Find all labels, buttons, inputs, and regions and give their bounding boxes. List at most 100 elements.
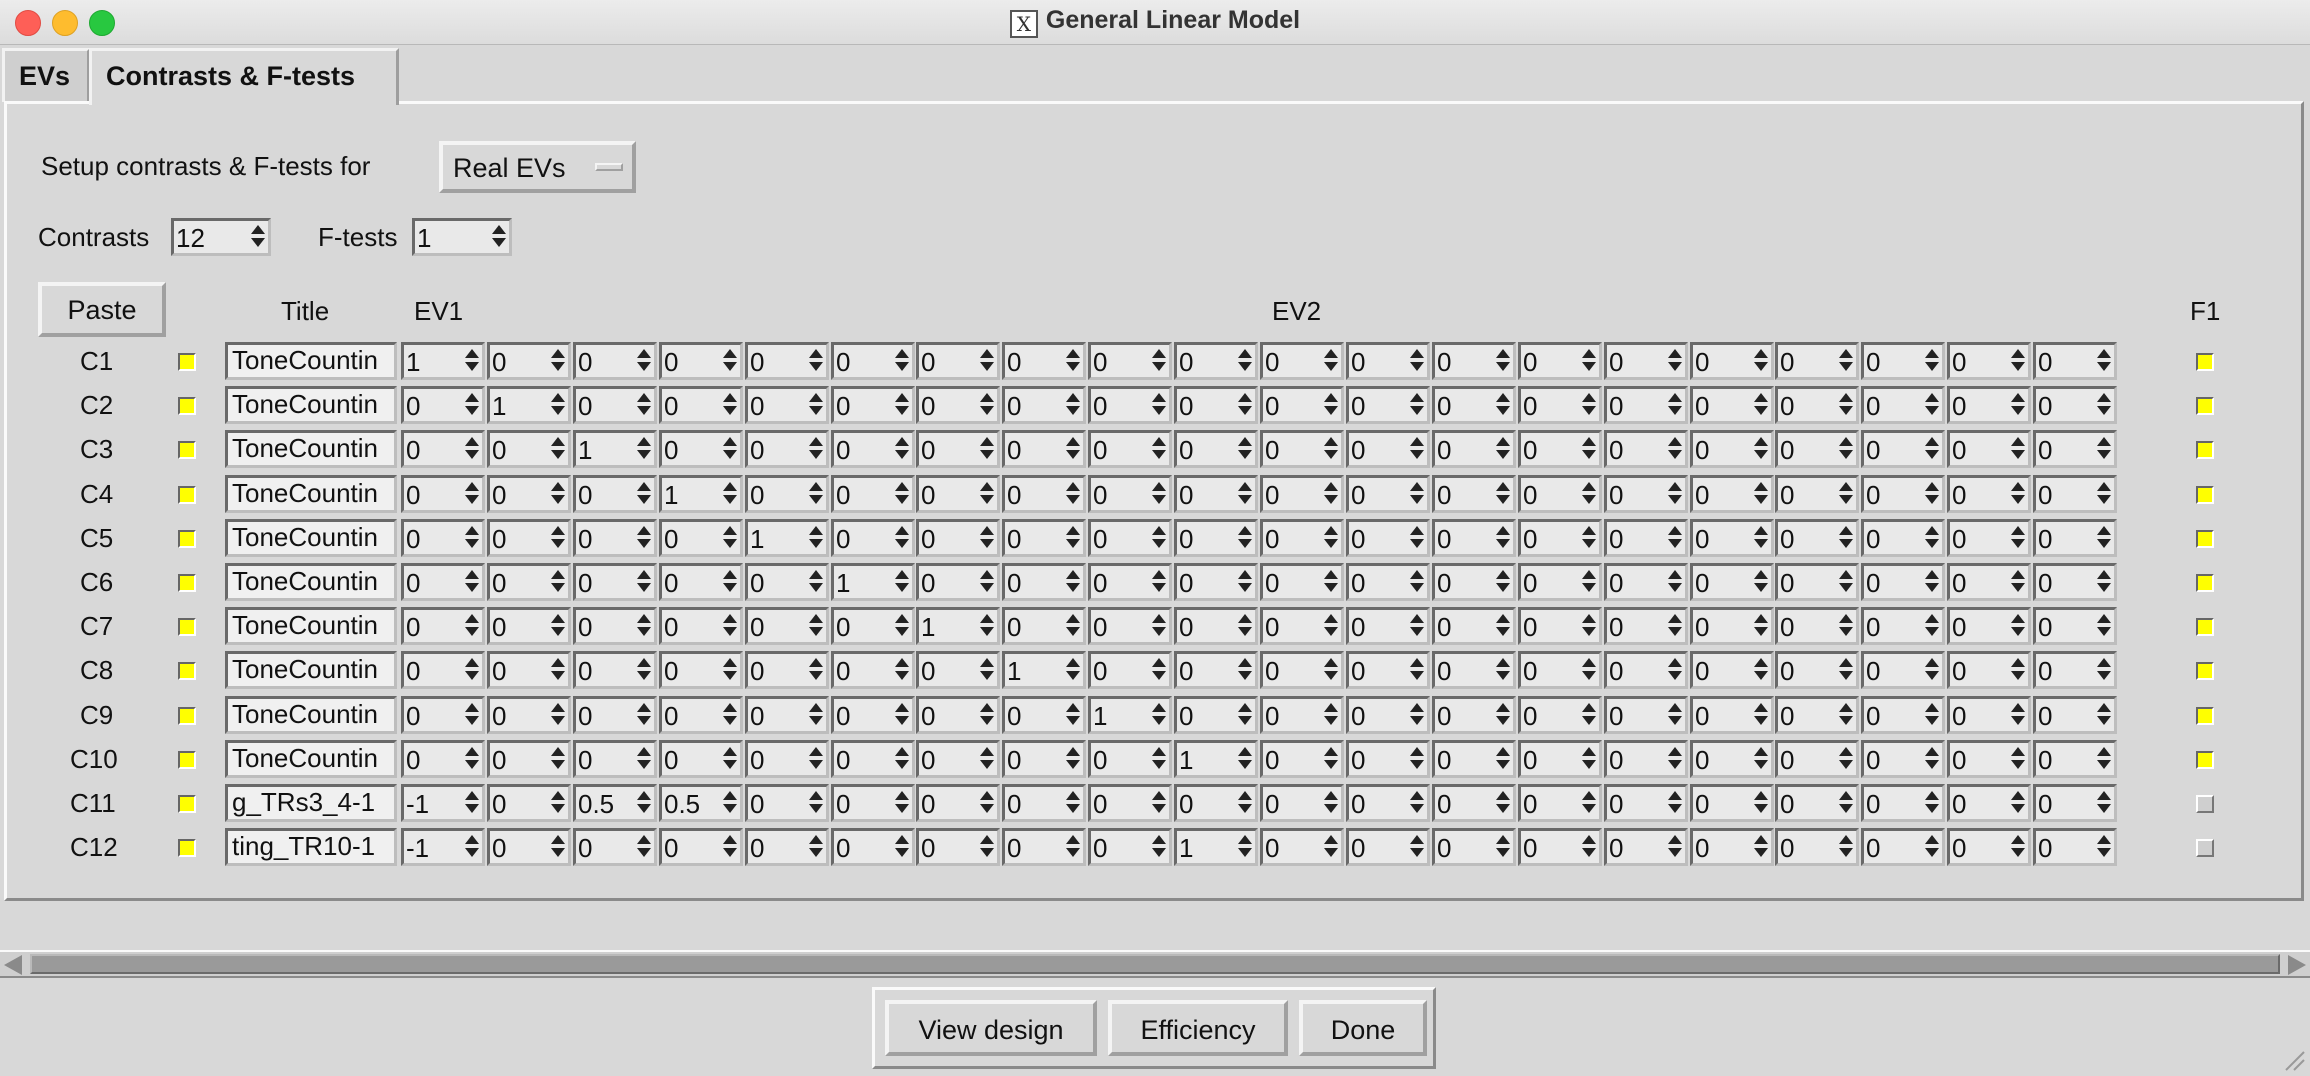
spin-arrows-icon[interactable] <box>632 699 654 731</box>
ftest-checkbox[interactable] <box>2196 839 2214 857</box>
ev-weight-spinbox[interactable]: 0 <box>745 607 829 645</box>
spin-arrows-icon[interactable] <box>460 654 482 686</box>
spin-arrows-icon[interactable] <box>1920 389 1942 421</box>
ev-weight-spinbox[interactable]: 0.5 <box>659 784 743 822</box>
spin-arrows-icon[interactable] <box>1233 566 1255 598</box>
spin-arrows-icon[interactable] <box>1834 610 1856 642</box>
ev-weight-spinbox[interactable]: 0 <box>1088 563 1172 601</box>
ev-weight-spinbox[interactable]: 0 <box>1947 740 2031 778</box>
spin-arrows-icon[interactable] <box>1319 610 1341 642</box>
ev-weight-spinbox[interactable]: 0 <box>487 342 571 380</box>
ev-weight-spinbox[interactable]: 0 <box>487 784 571 822</box>
ev-weight-spinbox[interactable]: 0 <box>831 607 915 645</box>
ev-weight-spinbox[interactable]: 0 <box>1346 430 1430 468</box>
ev-weight-spinbox[interactable]: 0 <box>1260 607 1344 645</box>
spin-arrows-icon[interactable] <box>1577 787 1599 819</box>
contrast-title-field[interactable]: ToneCountin <box>225 475 397 513</box>
ev-weight-spinbox[interactable]: 0 <box>1260 342 1344 380</box>
spin-arrows-icon[interactable] <box>1749 522 1771 554</box>
spin-arrows-icon[interactable] <box>632 787 654 819</box>
ev-weight-spinbox[interactable]: 0 <box>2033 651 2117 689</box>
spin-arrows-icon[interactable] <box>975 478 997 510</box>
spin-arrows-icon[interactable] <box>804 787 826 819</box>
ev-weight-spinbox[interactable]: 0 <box>1088 342 1172 380</box>
ev-weight-spinbox[interactable]: 0 <box>1002 386 1086 424</box>
ev-weight-spinbox[interactable]: 1 <box>659 475 743 513</box>
spin-arrows-icon[interactable] <box>718 389 740 421</box>
spin-arrows-icon[interactable] <box>1319 787 1341 819</box>
ev-weight-spinbox[interactable]: 0 <box>831 784 915 822</box>
ev-weight-spinbox[interactable]: 0 <box>1947 475 2031 513</box>
ev-weight-spinbox[interactable]: 0 <box>487 828 571 866</box>
spin-arrows-icon[interactable] <box>890 566 912 598</box>
ev-weight-spinbox[interactable]: 0 <box>659 696 743 734</box>
scroll-right-icon[interactable] <box>2288 955 2306 975</box>
ev-weight-spinbox[interactable]: 0 <box>573 519 657 557</box>
contrast-title-field[interactable]: ToneCountin <box>225 607 397 645</box>
ev-weight-spinbox[interactable]: 0 <box>1690 784 1774 822</box>
ev-weight-spinbox[interactable]: 0 <box>659 519 743 557</box>
ftest-checkbox[interactable] <box>2196 795 2214 813</box>
spin-arrows-icon[interactable] <box>1319 522 1341 554</box>
spin-arrows-icon[interactable] <box>2006 433 2028 465</box>
spin-arrows-icon[interactable] <box>1405 743 1427 775</box>
ev-weight-spinbox[interactable]: 0 <box>573 651 657 689</box>
ev-weight-spinbox[interactable]: 0 <box>401 430 485 468</box>
contrast-enable-checkbox[interactable] <box>178 839 196 857</box>
spin-arrows-icon[interactable] <box>1663 787 1685 819</box>
ev-weight-spinbox[interactable]: 0 <box>1346 607 1430 645</box>
spin-arrows-icon[interactable] <box>890 610 912 642</box>
spin-arrows-icon[interactable] <box>1405 566 1427 598</box>
spin-arrows-icon[interactable] <box>1491 787 1513 819</box>
spin-arrows-icon[interactable] <box>1834 522 1856 554</box>
ev-weight-spinbox[interactable]: 1 <box>831 563 915 601</box>
spin-arrows-icon[interactable] <box>1834 433 1856 465</box>
ev-weight-spinbox[interactable]: 0 <box>1775 563 1859 601</box>
ev-weight-spinbox[interactable]: -1 <box>401 784 485 822</box>
spin-arrows-icon[interactable] <box>1577 831 1599 863</box>
spin-arrows-icon[interactable] <box>1061 566 1083 598</box>
spin-arrows-icon[interactable] <box>1491 654 1513 686</box>
spin-arrows-icon[interactable] <box>460 433 482 465</box>
ev-weight-spinbox[interactable]: 0 <box>1518 740 1602 778</box>
spin-arrows-icon[interactable] <box>2006 831 2028 863</box>
ev-weight-spinbox[interactable]: 0 <box>1947 651 2031 689</box>
ev-weight-spinbox[interactable]: 1 <box>573 430 657 468</box>
contrast-enable-checkbox[interactable] <box>178 530 196 548</box>
spin-arrows-icon[interactable] <box>1663 566 1685 598</box>
spin-arrows-icon[interactable] <box>2006 699 2028 731</box>
ev-weight-spinbox[interactable]: 0 <box>745 563 829 601</box>
ev-weight-spinbox[interactable]: 0 <box>1775 342 1859 380</box>
ev-weight-spinbox[interactable]: 0 <box>1088 607 1172 645</box>
ev-weight-spinbox[interactable]: 0 <box>1002 740 1086 778</box>
spin-arrows-icon[interactable] <box>1233 743 1255 775</box>
ev-weight-spinbox[interactable]: 0 <box>1775 519 1859 557</box>
spin-arrows-icon[interactable] <box>632 389 654 421</box>
ev-weight-spinbox[interactable]: 0 <box>1690 342 1774 380</box>
ev-weight-spinbox[interactable]: 0 <box>487 607 571 645</box>
spin-arrows-icon[interactable] <box>890 743 912 775</box>
ev-weight-spinbox[interactable]: 0 <box>401 563 485 601</box>
spin-arrows-icon[interactable] <box>1491 699 1513 731</box>
ev-weight-spinbox[interactable]: 0 <box>1260 430 1344 468</box>
ev-weight-spinbox[interactable]: 1 <box>1002 651 1086 689</box>
spin-arrows-icon[interactable] <box>1749 743 1771 775</box>
spin-arrows-icon[interactable] <box>1147 522 1169 554</box>
spin-arrows-icon[interactable] <box>890 345 912 377</box>
ev-weight-spinbox[interactable]: 0 <box>831 651 915 689</box>
ev-weight-spinbox[interactable]: 0 <box>1518 784 1602 822</box>
contrast-title-field[interactable]: ToneCountin <box>225 696 397 734</box>
ev-weight-spinbox[interactable]: 0 <box>1947 607 2031 645</box>
spin-arrows-icon[interactable] <box>2006 566 2028 598</box>
ftest-checkbox[interactable] <box>2196 618 2214 636</box>
spin-arrows-icon[interactable] <box>1749 610 1771 642</box>
spin-arrows-icon[interactable] <box>1147 389 1169 421</box>
spin-arrows-icon[interactable] <box>546 699 568 731</box>
spin-arrows-icon[interactable] <box>2092 478 2114 510</box>
ev-weight-spinbox[interactable]: 0 <box>1432 430 1516 468</box>
spin-arrows-icon[interactable] <box>1920 654 1942 686</box>
ev-weight-spinbox[interactable]: 0 <box>659 342 743 380</box>
spin-arrows-icon[interactable] <box>1577 610 1599 642</box>
ev-weight-spinbox[interactable]: 0 <box>1604 563 1688 601</box>
ev-weight-spinbox[interactable]: 0 <box>1260 519 1344 557</box>
